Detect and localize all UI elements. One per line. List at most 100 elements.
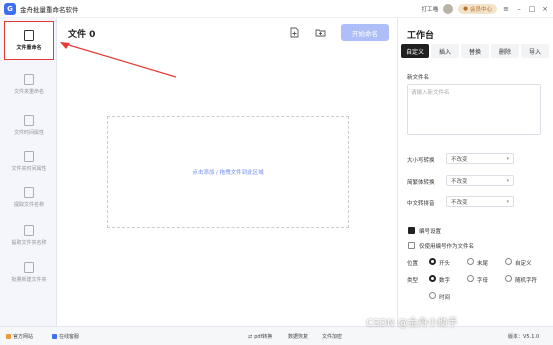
traditional-label: 简繁体转换 <box>407 180 435 186</box>
type-number-radio[interactable] <box>429 275 436 282</box>
data-recovery-label: 数据恢复 <box>288 334 309 340</box>
position-custom-radio[interactable] <box>505 258 512 265</box>
position-end-radio[interactable] <box>467 258 474 265</box>
sidebar-item-file-rename[interactable]: 文件重命名 <box>4 21 54 60</box>
close-icon[interactable]: × <box>541 5 549 13</box>
main-header: 文件 0 开始命名 <box>58 18 397 48</box>
online-service-label: 在线客服 <box>59 334 80 340</box>
position-start-radio[interactable] <box>429 258 436 265</box>
official-website-label: 官方网站 <box>13 334 34 340</box>
sidebar-item-folder-time[interactable]: 文件夹时间属性 <box>4 142 54 181</box>
new-folder-icon <box>24 262 34 273</box>
chevron-down-icon: ▾ <box>506 155 509 162</box>
position-label: 位置 <box>407 261 419 267</box>
new-name-input[interactable]: 请输入新文件名 <box>407 84 541 135</box>
workbench-panel: 工作台 自定义 插入 替换 删除 导入 新文件名 请输入新文件名 大小写转换 不… <box>397 18 553 326</box>
pinyin-value: 不改变 <box>451 199 468 206</box>
watermark: CSDN @金舟小助手 <box>366 318 458 329</box>
drop-zone-text: 点击添加 / 拖拽文件到此区域 <box>192 170 264 176</box>
file-drop-zone[interactable]: 点击添加 / 拖拽文件到此区域 <box>107 116 349 228</box>
type-random-radio[interactable] <box>505 275 512 282</box>
tab-custom[interactable]: 自定义 <box>401 44 429 58</box>
pinyin-label: 中文转拼音 <box>407 201 435 207</box>
sidebar-item-label: 文件重命名 <box>16 45 42 51</box>
sidebar-item-label: 文件时间属性 <box>13 130 44 136</box>
position-end-label: 末尾 <box>477 261 489 267</box>
type-letter-radio[interactable] <box>467 275 474 282</box>
app-title: 金舟批量重命名软件 <box>20 5 79 14</box>
pdf-convert-label: pdf转换 <box>254 334 273 340</box>
traditional-value: 不改变 <box>451 178 468 185</box>
extract-file-icon <box>24 187 34 198</box>
tab-replace[interactable]: 替换 <box>461 44 489 58</box>
case-value: 不改变 <box>451 156 468 163</box>
member-center-label: 会员中心 <box>469 7 492 13</box>
type-time-label: 时间 <box>439 295 451 301</box>
file-encrypt-label: 文件加密 <box>322 334 343 340</box>
case-label: 大小写转换 <box>407 158 435 164</box>
pdf-icon: ⇄ <box>248 333 253 340</box>
online-service-link[interactable]: 在线客服 <box>52 333 79 340</box>
avatar[interactable] <box>443 4 454 14</box>
app-logo: G <box>4 2 16 15</box>
type-label: 类型 <box>407 278 419 284</box>
file-count: 文件 0 <box>68 29 96 40</box>
case-select[interactable]: 不改变 ▾ <box>446 153 514 164</box>
type-number-label: 数字 <box>439 278 451 284</box>
user-name[interactable]: 打工喵 <box>422 5 439 13</box>
numbering-label: 编号设置 <box>419 229 442 235</box>
chevron-down-icon: ▾ <box>506 198 509 205</box>
service-icon <box>52 334 57 339</box>
title-bar: G 金舟批量重命名软件 打工喵 ● 会员中心 ≡ – □ × <box>0 0 553 18</box>
version-info: 版本：V5.1.0 <box>508 333 539 340</box>
new-name-placeholder: 请输入新文件名 <box>411 90 450 96</box>
coin-icon: ● <box>463 6 468 12</box>
sidebar-item-label: 提取文件夹名称 <box>11 240 47 246</box>
new-name-label: 新文件名 <box>407 75 430 81</box>
extract-folder-icon <box>24 225 34 236</box>
data-recovery-link[interactable]: 数据恢复 <box>288 333 308 340</box>
folder-time-icon <box>24 151 34 162</box>
version-label: 版本：V5.1.0 <box>508 334 540 340</box>
official-website-link[interactable]: 官方网站 <box>6 333 33 340</box>
file-time-icon <box>24 115 34 126</box>
tab-insert[interactable]: 插入 <box>431 44 459 58</box>
panel-title: 工作台 <box>407 31 435 41</box>
type-time-radio[interactable] <box>429 292 436 299</box>
tab-delete[interactable]: 删除 <box>491 44 519 58</box>
position-custom-label: 自定义 <box>515 261 532 267</box>
panel-tabs: 自定义 插入 替换 删除 导入 <box>401 44 549 58</box>
sidebar-item-file-time[interactable]: 文件时间属性 <box>4 106 54 145</box>
type-letter-label: 字母 <box>477 278 489 284</box>
maximize-icon[interactable]: □ <box>528 5 536 13</box>
add-file-icon[interactable] <box>289 27 300 38</box>
pinyin-select[interactable]: 不改变 ▾ <box>446 196 514 207</box>
minimize-icon[interactable]: – <box>515 5 523 13</box>
home-icon <box>6 334 11 339</box>
bottom-bar: 官方网站 在线客服 ⇄ pdf转换 数据恢复 文件加密 版本：V5.1.0 <box>0 326 553 345</box>
sidebar-item-extract-file-names[interactable]: 提取文件名称 <box>4 178 54 217</box>
member-center-button[interactable]: ● 会员中心 <box>458 4 497 14</box>
sidebar-item-label: 文件夹时间属性 <box>11 166 47 172</box>
sidebar-item-label: 文件夹重命名 <box>13 89 44 95</box>
pdf-convert-link[interactable]: ⇄ pdf转换 <box>248 333 273 341</box>
only-number-checkbox[interactable] <box>408 242 415 249</box>
sidebar-item-label: 批量新建文件夹 <box>11 277 47 283</box>
folder-rename-icon <box>24 74 34 85</box>
sidebar: 文件重命名 文件夹重命名 文件时间属性 文件夹时间属性 提取文件名称 提取文件夹… <box>0 18 57 326</box>
start-rename-button[interactable]: 开始命名 <box>341 24 389 41</box>
tab-import[interactable]: 导入 <box>521 44 549 58</box>
sidebar-item-label: 提取文件名称 <box>13 202 44 208</box>
add-folder-icon[interactable] <box>315 27 326 38</box>
sidebar-item-extract-folder-names[interactable]: 提取文件夹名称 <box>4 216 54 255</box>
numbering-checkbox[interactable] <box>408 227 415 234</box>
file-encrypt-link[interactable]: 文件加密 <box>322 333 342 340</box>
file-rename-icon <box>24 30 34 41</box>
type-random-label: 随机字符 <box>515 278 538 284</box>
chevron-down-icon: ▾ <box>506 177 509 184</box>
sidebar-item-batch-new-folder[interactable]: 批量新建文件夹 <box>4 253 54 292</box>
sidebar-item-folder-rename[interactable]: 文件夹重命名 <box>4 65 54 104</box>
position-start-label: 开头 <box>439 261 451 267</box>
traditional-select[interactable]: 不改变 ▾ <box>446 175 514 186</box>
menu-icon[interactable]: ≡ <box>502 5 510 13</box>
